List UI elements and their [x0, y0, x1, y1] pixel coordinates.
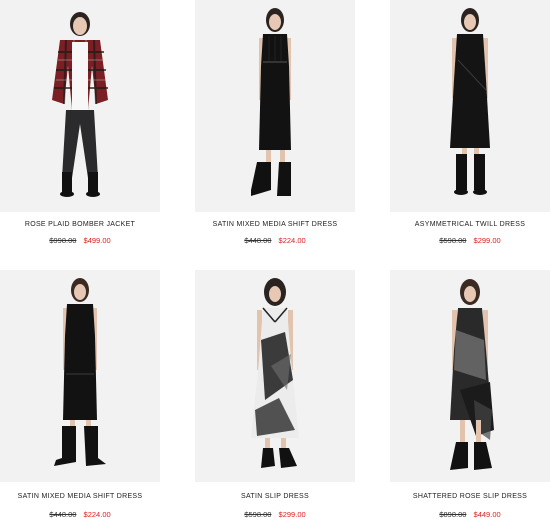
original-price: $598.00	[244, 510, 272, 519]
product-card[interactable]: ASYMMETRICAL TWILL DRESS $598.00 $299.00	[390, 0, 550, 250]
product-card[interactable]: SATIN SLIP DRESS $598.00 $299.00	[195, 270, 355, 520]
sale-price: $299.00	[473, 236, 501, 245]
product-card[interactable]: SATIN MIXED MEDIA SHIFT DRESS $448.00 $2…	[0, 270, 160, 520]
product-image[interactable]	[195, 0, 355, 212]
product-prices: $998.00 $499.00	[0, 236, 160, 245]
product-image[interactable]	[195, 270, 355, 482]
product-grid: ROSE PLAID BOMBER JACKET $998.00 $499.00	[0, 0, 550, 520]
product-name[interactable]: ASYMMETRICAL TWILL DRESS	[390, 221, 550, 228]
sale-price: $224.00	[278, 236, 306, 245]
product-card[interactable]: ROSE PLAID BOMBER JACKET $998.00 $499.00	[0, 0, 160, 250]
product-name[interactable]: SATIN MIXED MEDIA SHIFT DRESS	[195, 221, 355, 228]
product-prices: $598.00 $299.00	[390, 236, 550, 245]
original-price: $448.00	[49, 510, 77, 519]
product-image[interactable]	[390, 0, 550, 212]
original-price: $898.00	[439, 510, 467, 519]
product-card[interactable]: SHATTERED ROSE SLIP DRESS $898.00 $449.0…	[390, 270, 550, 520]
product-name[interactable]: ROSE PLAID BOMBER JACKET	[0, 221, 160, 228]
product-prices: $448.00 $224.00	[195, 236, 355, 245]
original-price: $598.00	[439, 236, 467, 245]
sale-price: $224.00	[83, 510, 111, 519]
product-card[interactable]: SATIN MIXED MEDIA SHIFT DRESS $448.00 $2…	[195, 0, 355, 250]
product-prices: $598.00 $299.00	[195, 510, 355, 519]
product-name[interactable]: SATIN SLIP DRESS	[195, 493, 355, 500]
original-price: $998.00	[49, 236, 77, 245]
product-prices: $898.00 $449.00	[390, 510, 550, 519]
product-prices: $448.00 $224.00	[0, 510, 160, 519]
sale-price: $449.00	[473, 510, 501, 519]
product-name[interactable]: SHATTERED ROSE SLIP DRESS	[390, 493, 550, 500]
sale-price: $499.00	[83, 236, 111, 245]
product-image[interactable]	[390, 270, 550, 482]
product-image[interactable]	[0, 0, 160, 212]
product-image[interactable]	[0, 270, 160, 482]
product-name[interactable]: SATIN MIXED MEDIA SHIFT DRESS	[0, 493, 160, 500]
sale-price: $299.00	[278, 510, 306, 519]
original-price: $448.00	[244, 236, 272, 245]
